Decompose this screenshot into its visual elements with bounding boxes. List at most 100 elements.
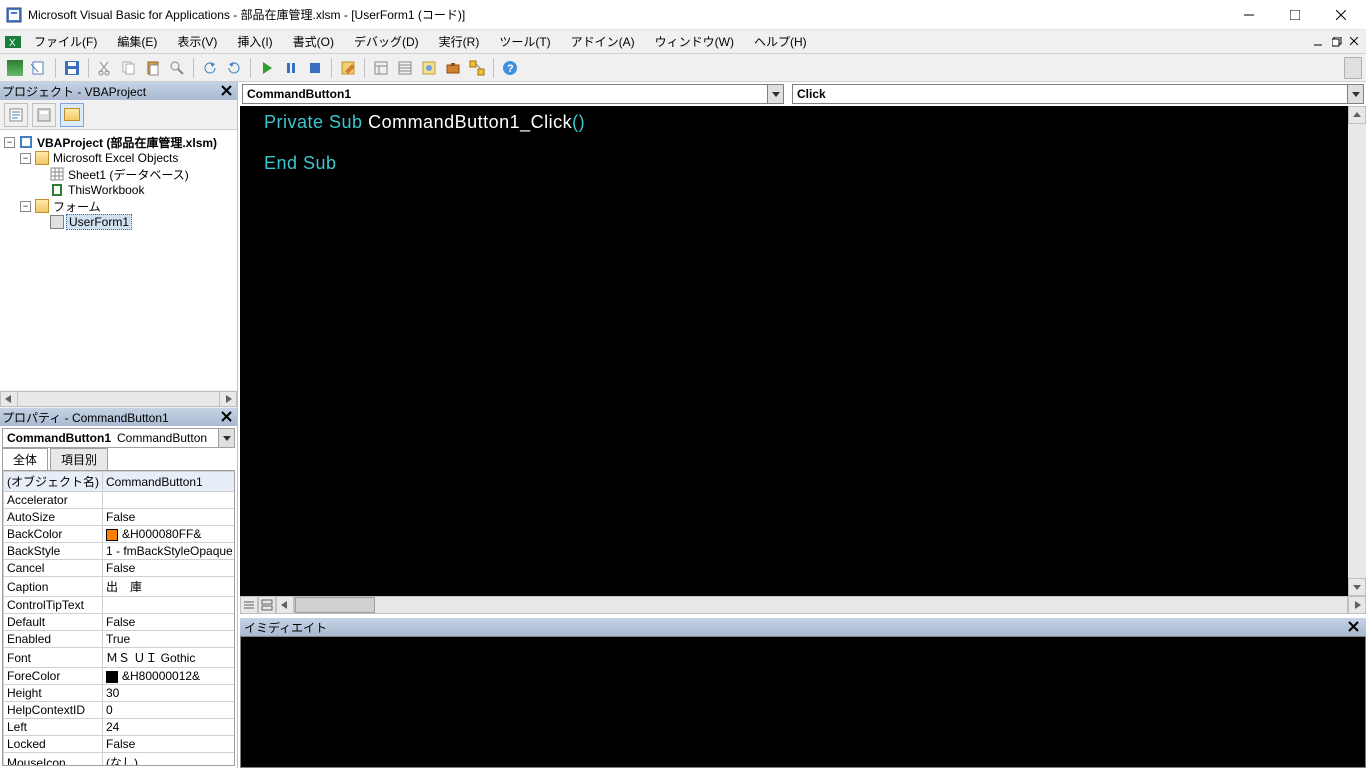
tree-root[interactable]: −VBAProject (部品在庫管理.xlsm) [4,134,237,150]
prop-value[interactable]: False [103,736,236,753]
chevron-down-icon[interactable] [767,85,783,103]
scroll-left-button[interactable] [0,391,18,407]
prop-row[interactable]: CancelFalse [4,560,236,577]
save-button[interactable] [61,57,83,79]
menu-help[interactable]: ヘルプ(H) [746,31,815,52]
menu-window[interactable]: ウィンドウ(W) [647,31,742,52]
view-object-button[interactable] [32,103,56,127]
object-dropdown[interactable]: CommandButton1 [242,84,784,104]
insert-menu-button[interactable] [28,57,50,79]
collapse-icon[interactable]: − [20,153,31,164]
prop-value[interactable]: &H80000012& [103,668,236,685]
properties-panel-close-button[interactable] [219,409,235,425]
prop-value[interactable]: (なし) [103,753,236,767]
prop-value[interactable]: 30 [103,685,236,702]
excel-icon[interactable]: X [4,33,22,51]
prop-row[interactable]: Accelerator [4,492,236,509]
tab-all[interactable]: 全体 [2,448,48,470]
procedure-view-button[interactable] [240,596,258,614]
mdi-close-button[interactable] [1348,35,1362,49]
undo-button[interactable] [199,57,221,79]
menu-format[interactable]: 書式(O) [285,31,342,52]
prop-row[interactable]: BackColor&H000080FF& [4,526,236,543]
prop-value[interactable]: 1 - fmBackStyleOpaque [103,543,236,560]
toolbox-button[interactable] [442,57,464,79]
prop-value[interactable]: True [103,631,236,648]
menu-addins[interactable]: アドイン(A) [563,31,643,52]
prop-value[interactable]: ＭＳ ＵＩ Gothic [103,648,236,668]
project-panel-close-button[interactable] [219,83,235,99]
view-excel-button[interactable] [4,57,26,79]
prop-row[interactable]: BackStyle1 - fmBackStyleOpaque [4,543,236,560]
prop-value[interactable]: 0 [103,702,236,719]
menu-edit[interactable]: 編集(E) [109,31,165,52]
scroll-track[interactable] [18,391,219,407]
scroll-thumb[interactable] [295,597,375,613]
collapse-icon[interactable]: − [4,137,15,148]
tab-order-button[interactable] [466,57,488,79]
properties-grid[interactable]: (オブジェクト名)CommandButton1 Accelerator Auto… [2,470,235,766]
scroll-track[interactable] [1348,124,1366,578]
immediate-close-button[interactable] [1346,619,1362,635]
prop-value[interactable] [103,492,236,509]
tab-categorized[interactable]: 項目別 [50,448,108,470]
menu-run[interactable]: 実行(R) [431,31,488,52]
procedure-dropdown[interactable]: Click [792,84,1364,104]
prop-row[interactable]: MouseIcon(なし) [4,753,236,767]
prop-value[interactable]: 出 庫 [103,577,236,597]
chevron-down-icon[interactable] [1347,85,1363,103]
prop-row[interactable]: EnabledTrue [4,631,236,648]
menu-debug[interactable]: デバッグ(D) [346,31,427,52]
prop-row[interactable]: Height30 [4,685,236,702]
prop-row[interactable]: AutoSizeFalse [4,509,236,526]
prop-value[interactable]: False [103,560,236,577]
toggle-folders-button[interactable] [60,103,84,127]
tree-thisworkbook[interactable]: ThisWorkbook [4,182,237,198]
prop-row[interactable]: Left24 [4,719,236,736]
reset-button[interactable] [304,57,326,79]
prop-row[interactable]: DefaultFalse [4,614,236,631]
view-code-button[interactable] [4,103,28,127]
maximize-button[interactable] [1272,0,1318,30]
redo-button[interactable] [223,57,245,79]
properties-object-selector[interactable]: CommandButton1 CommandButton [2,428,235,448]
prop-row[interactable]: ForeColor&H80000012& [4,668,236,685]
menu-insert[interactable]: 挿入(I) [229,31,280,52]
tree-sheet1[interactable]: Sheet1 (データベース) [4,166,237,182]
paste-button[interactable] [142,57,164,79]
close-button[interactable] [1318,0,1364,30]
copy-button[interactable] [118,57,140,79]
project-hscrollbar[interactable] [0,390,237,408]
toolbar-overflow-button[interactable] [1344,57,1362,79]
design-mode-button[interactable] [337,57,359,79]
mdi-restore-button[interactable] [1330,35,1344,49]
properties-window-button[interactable] [394,57,416,79]
immediate-textarea[interactable] [240,636,1366,768]
prop-value[interactable]: False [103,509,236,526]
code-vscrollbar[interactable] [1348,106,1366,596]
collapse-icon[interactable]: − [20,201,31,212]
scroll-right-button[interactable] [219,391,237,407]
prop-row[interactable]: Caption出 庫 [4,577,236,597]
mdi-minimize-button[interactable] [1312,35,1326,49]
full-module-view-button[interactable] [258,596,276,614]
cut-button[interactable] [94,57,116,79]
scroll-track[interactable] [294,596,1348,614]
tree-userform1[interactable]: UserForm1 [4,214,237,230]
break-button[interactable] [280,57,302,79]
scroll-down-button[interactable] [1348,578,1366,596]
prop-value[interactable] [103,597,236,614]
project-tree[interactable]: −VBAProject (部品在庫管理.xlsm) −Microsoft Exc… [0,130,237,390]
prop-value[interactable]: 24 [103,719,236,736]
prop-row[interactable]: ControlTipText [4,597,236,614]
tree-excel-objects[interactable]: −Microsoft Excel Objects [4,150,237,166]
prop-row[interactable]: HelpContextID0 [4,702,236,719]
object-browser-button[interactable] [418,57,440,79]
prop-value[interactable]: CommandButton1 [103,472,236,492]
help-button[interactable]: ? [499,57,521,79]
scroll-right-button[interactable] [1348,596,1366,614]
menu-view[interactable]: 表示(V) [169,31,225,52]
menu-file[interactable]: ファイル(F) [26,31,105,52]
scroll-up-button[interactable] [1348,106,1366,124]
prop-row[interactable]: FontＭＳ ＵＩ Gothic [4,648,236,668]
